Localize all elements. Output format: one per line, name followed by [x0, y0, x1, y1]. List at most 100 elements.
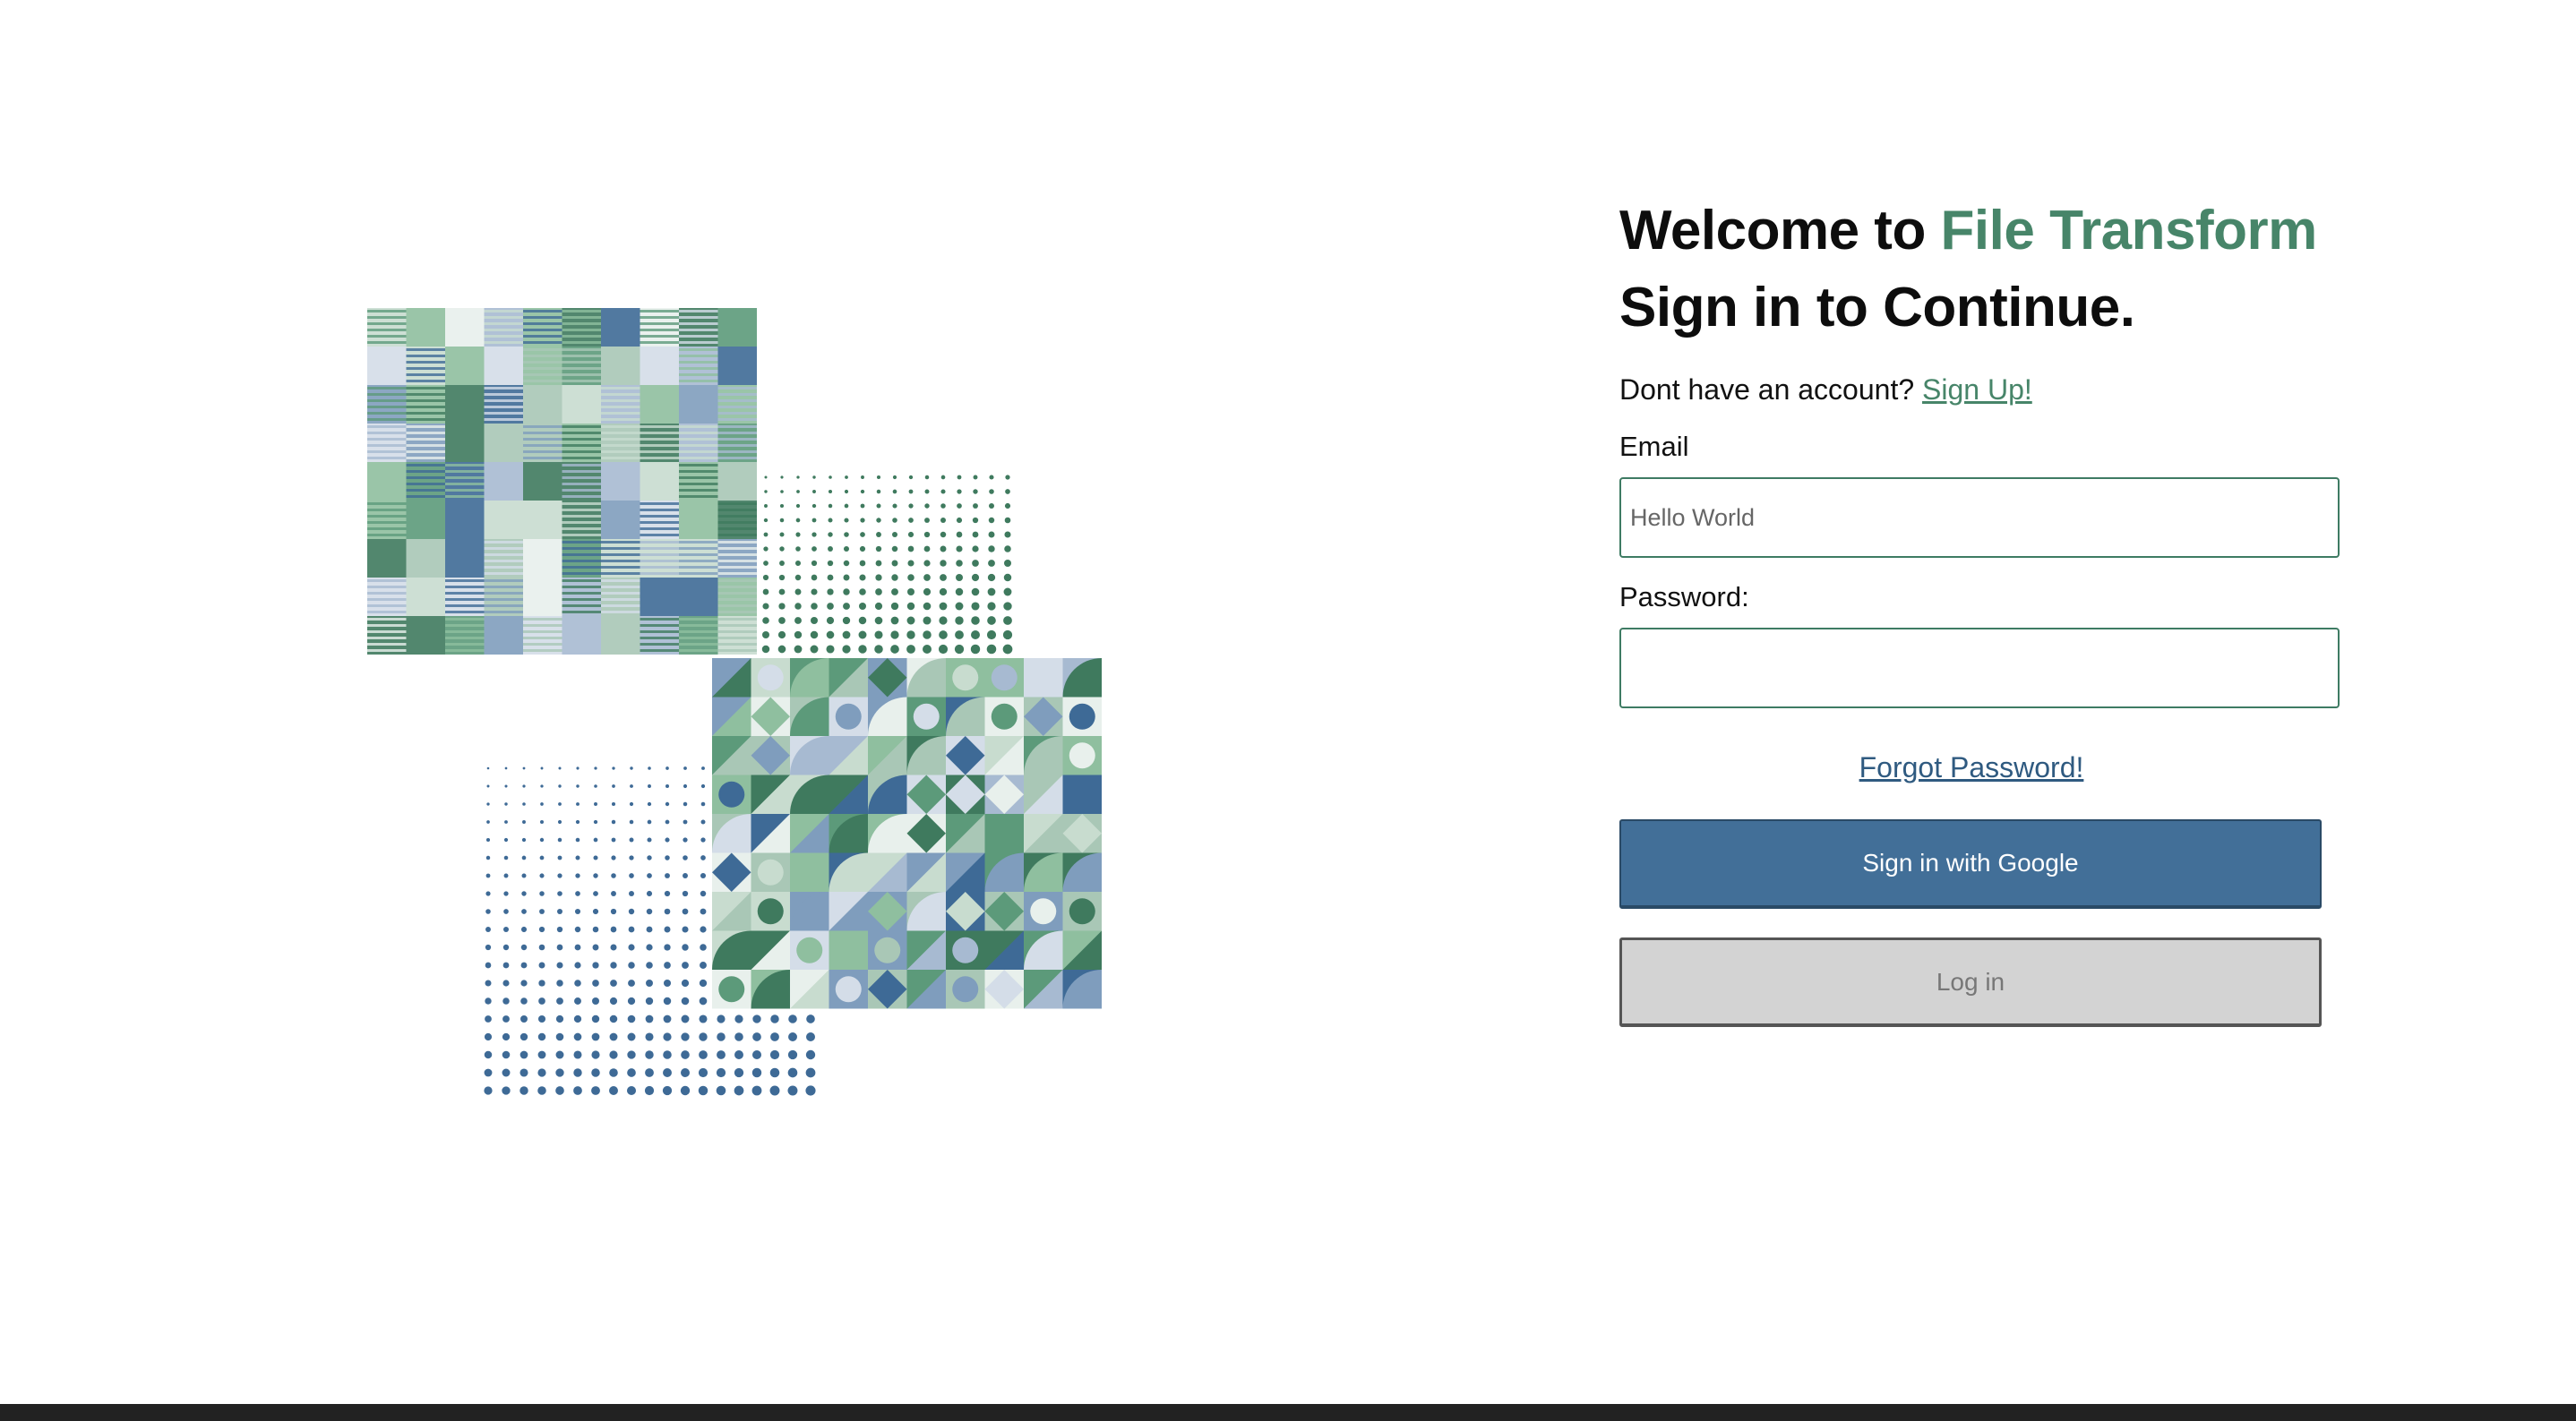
log-in-button[interactable]: Log in — [1619, 937, 2322, 1027]
blue-dot — [665, 766, 669, 770]
green-dot — [924, 475, 930, 480]
green-dot — [874, 645, 883, 654]
green-dot — [940, 560, 947, 567]
sign-in-with-google-button[interactable]: Sign in with Google — [1619, 819, 2322, 909]
email-input[interactable] — [1619, 477, 2340, 558]
blue-dot — [540, 802, 544, 806]
green-dot — [826, 645, 835, 654]
green-dot — [861, 475, 864, 479]
blue-dot — [592, 926, 599, 933]
sign-up-link[interactable]: Sign Up! — [1922, 373, 2032, 406]
blue-dot — [558, 784, 562, 788]
blue-dot — [594, 802, 597, 806]
blue-dot — [503, 873, 509, 878]
checker-cell — [562, 347, 601, 385]
green-dot — [892, 503, 897, 509]
blue-dot — [558, 802, 562, 806]
blue-dot — [734, 1032, 743, 1041]
blue-dot — [520, 962, 528, 969]
blue-dot — [699, 997, 708, 1006]
green-dot — [939, 587, 948, 596]
blue-dot — [787, 1049, 798, 1060]
blue-dot — [574, 926, 581, 933]
green-dot — [1005, 489, 1010, 494]
blue-dot — [485, 962, 492, 969]
blue-dot — [627, 1068, 636, 1077]
blue-dot — [522, 802, 526, 806]
green-dot — [779, 561, 785, 566]
green-dot — [906, 587, 915, 596]
blue-dot — [627, 1032, 636, 1041]
green-dot — [858, 616, 867, 625]
blue-dot — [611, 837, 616, 843]
green-dot — [859, 574, 866, 581]
checker-cell — [640, 308, 679, 347]
blue-dot — [752, 1032, 761, 1041]
blue-dot — [665, 783, 670, 789]
checker-cell — [679, 424, 718, 462]
green-dot — [987, 616, 996, 625]
blue-dot — [716, 1067, 726, 1078]
blue-dot — [502, 980, 510, 987]
checker-cell — [445, 616, 485, 655]
green-dot — [987, 602, 996, 611]
blue-dot — [575, 891, 580, 896]
blue-dot — [555, 1050, 564, 1059]
blue-dot — [717, 1032, 726, 1041]
password-label: Password: — [1619, 581, 1749, 612]
blue-dot — [538, 980, 545, 987]
green-dot — [827, 574, 834, 581]
forgot-password-link[interactable]: Forgot Password! — [1859, 751, 2084, 783]
blue-dot — [611, 891, 616, 896]
blue-dot — [593, 873, 598, 878]
green-dot — [923, 587, 932, 596]
green-dot — [860, 503, 865, 509]
checker-cell — [717, 501, 757, 539]
green-dot — [908, 518, 914, 523]
blue-dot — [593, 891, 598, 896]
blue-dot — [645, 997, 654, 1006]
blue-dot — [539, 891, 545, 896]
checker-cell — [523, 347, 562, 385]
blue-dot — [538, 962, 545, 969]
blue-dot — [716, 1085, 726, 1096]
blue-dot — [663, 997, 672, 1006]
green-dot — [906, 630, 915, 639]
blue-dot — [681, 1050, 690, 1059]
password-input[interactable] — [1619, 628, 2340, 708]
green-dot — [812, 475, 816, 479]
decorative-illustration — [358, 295, 1129, 1119]
blue-dot — [504, 802, 508, 806]
blue-dot — [574, 908, 581, 915]
green-dot — [795, 532, 801, 537]
blue-dot — [575, 855, 580, 860]
blue-dot — [538, 997, 545, 1005]
blue-dot — [556, 980, 563, 987]
checker-cell — [367, 385, 407, 424]
blue-dot — [610, 980, 617, 987]
blue-dot — [538, 926, 545, 933]
blue-dot — [537, 1014, 546, 1023]
green-dot — [957, 475, 962, 480]
green-dot — [971, 573, 980, 582]
checker-cell — [367, 424, 407, 462]
blue-dot — [700, 837, 706, 843]
checker-cell — [601, 347, 640, 385]
blue-dot — [612, 784, 615, 788]
green-dot — [859, 560, 866, 567]
blue-dot — [751, 1067, 762, 1078]
blue-dot — [700, 872, 707, 879]
blue-dot — [519, 1050, 528, 1059]
blue-dot — [680, 1067, 691, 1078]
green-dot — [1004, 517, 1011, 524]
blue-dot — [699, 979, 708, 988]
green-dot — [1003, 587, 1012, 596]
green-dot — [778, 617, 786, 624]
checker-cell — [523, 308, 562, 347]
blue-dot — [504, 766, 508, 770]
blue-dot — [519, 1068, 528, 1077]
checker-cell — [717, 385, 757, 424]
green-dot — [1004, 560, 1011, 567]
blue-dot — [663, 1014, 672, 1023]
checker-cell — [562, 539, 601, 578]
